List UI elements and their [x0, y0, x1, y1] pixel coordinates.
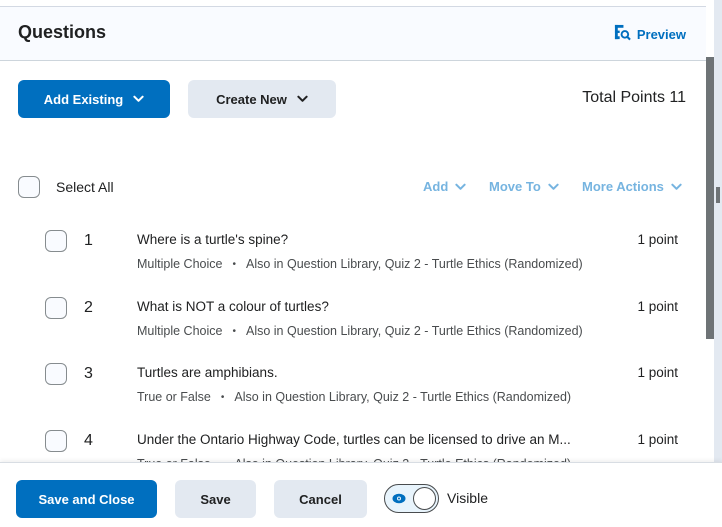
move-to-label: Move To [489, 179, 541, 194]
question-points: 1 point [637, 232, 678, 247]
question-points: 1 point [637, 365, 678, 380]
question-type: Multiple Choice [137, 324, 223, 338]
chevron-down-icon [455, 183, 466, 190]
save-and-close-button[interactable]: Save and Close [16, 480, 157, 518]
visibility-label: Visible [447, 490, 488, 506]
question-also-in: Also in Question Library, Quiz 2 - Turtl… [245, 257, 583, 271]
question-checkbox[interactable] [45, 297, 67, 319]
cancel-button[interactable]: Cancel [274, 480, 367, 518]
panel-resize-handle[interactable] [716, 187, 720, 203]
more-actions-menu[interactable]: More Actions [582, 179, 682, 194]
create-new-label: Create New [216, 91, 287, 107]
chevron-down-icon [297, 95, 308, 102]
question-also-in: Also in Question Library, Quiz 2 - Turtl… [234, 390, 572, 404]
toggle-knob [413, 487, 436, 510]
questions-header: Questions Preview [0, 7, 706, 61]
chevron-down-icon [133, 95, 144, 102]
question-checkbox[interactable] [45, 230, 67, 252]
question-meta: Multiple Choice • Also in Question Libra… [137, 324, 583, 338]
select-all-checkbox[interactable] [18, 176, 40, 198]
save-and-close-label: Save and Close [38, 491, 135, 507]
add-existing-label: Add Existing [43, 91, 124, 107]
move-to-action-menu[interactable]: Move To [489, 179, 559, 194]
question-title[interactable]: Turtles are amphibians. [137, 365, 278, 380]
preview-icon [614, 24, 631, 44]
visibility-toggle[interactable] [384, 484, 439, 513]
vertical-scrollbar-thumb[interactable] [706, 57, 714, 339]
question-title[interactable]: What is NOT a colour of turtles? [137, 299, 329, 314]
question-number: 2 [84, 299, 93, 316]
question-number: 1 [84, 232, 93, 249]
separator-dot: • [232, 325, 236, 337]
preview-label: Preview [636, 26, 686, 42]
preview-button[interactable]: Preview [614, 24, 686, 44]
question-checkbox[interactable] [45, 430, 67, 452]
question-points: 1 point [637, 299, 678, 314]
side-panel-edge [714, 0, 722, 462]
question-type: Multiple Choice [137, 257, 223, 271]
chevron-down-icon [548, 183, 559, 190]
create-new-button[interactable]: Create New [188, 80, 336, 118]
select-all-label: Select All [56, 179, 114, 195]
question-title[interactable]: Under the Ontario Highway Code, turtles … [137, 432, 571, 447]
chevron-down-icon [671, 183, 682, 190]
cancel-label: Cancel [299, 491, 342, 507]
question-meta: Multiple Choice • Also in Question Libra… [137, 257, 583, 271]
separator-dot: • [220, 391, 225, 403]
question-meta: True or False • Also in Question Library… [137, 390, 571, 404]
more-actions-label: More Actions [582, 179, 664, 194]
eye-icon [392, 493, 406, 504]
question-row[interactable]: 2 What is NOT a colour of turtles? Multi… [0, 297, 706, 363]
add-existing-button[interactable]: Add Existing [18, 80, 170, 118]
question-title[interactable]: Where is a turtle's spine? [137, 232, 288, 247]
save-label: Save [200, 491, 231, 507]
question-type: True or False [137, 390, 211, 404]
question-number: 4 [84, 432, 93, 449]
add-action-label: Add [423, 179, 449, 194]
question-points: 1 point [637, 432, 678, 447]
page-title: Questions [18, 22, 107, 42]
save-button[interactable]: Save [175, 480, 256, 518]
total-points: Total Points 11 [582, 89, 686, 106]
question-row[interactable]: 1 Where is a turtle's spine? Multiple Ch… [0, 230, 706, 296]
question-row[interactable]: 3 Turtles are amphibians. True or False … [0, 363, 706, 429]
question-number: 3 [84, 365, 93, 382]
add-action-menu[interactable]: Add [423, 179, 466, 194]
question-also-in: Also in Question Library, Quiz 2 - Turtl… [245, 324, 583, 338]
question-checkbox[interactable] [45, 363, 67, 385]
separator-dot: • [232, 258, 236, 270]
